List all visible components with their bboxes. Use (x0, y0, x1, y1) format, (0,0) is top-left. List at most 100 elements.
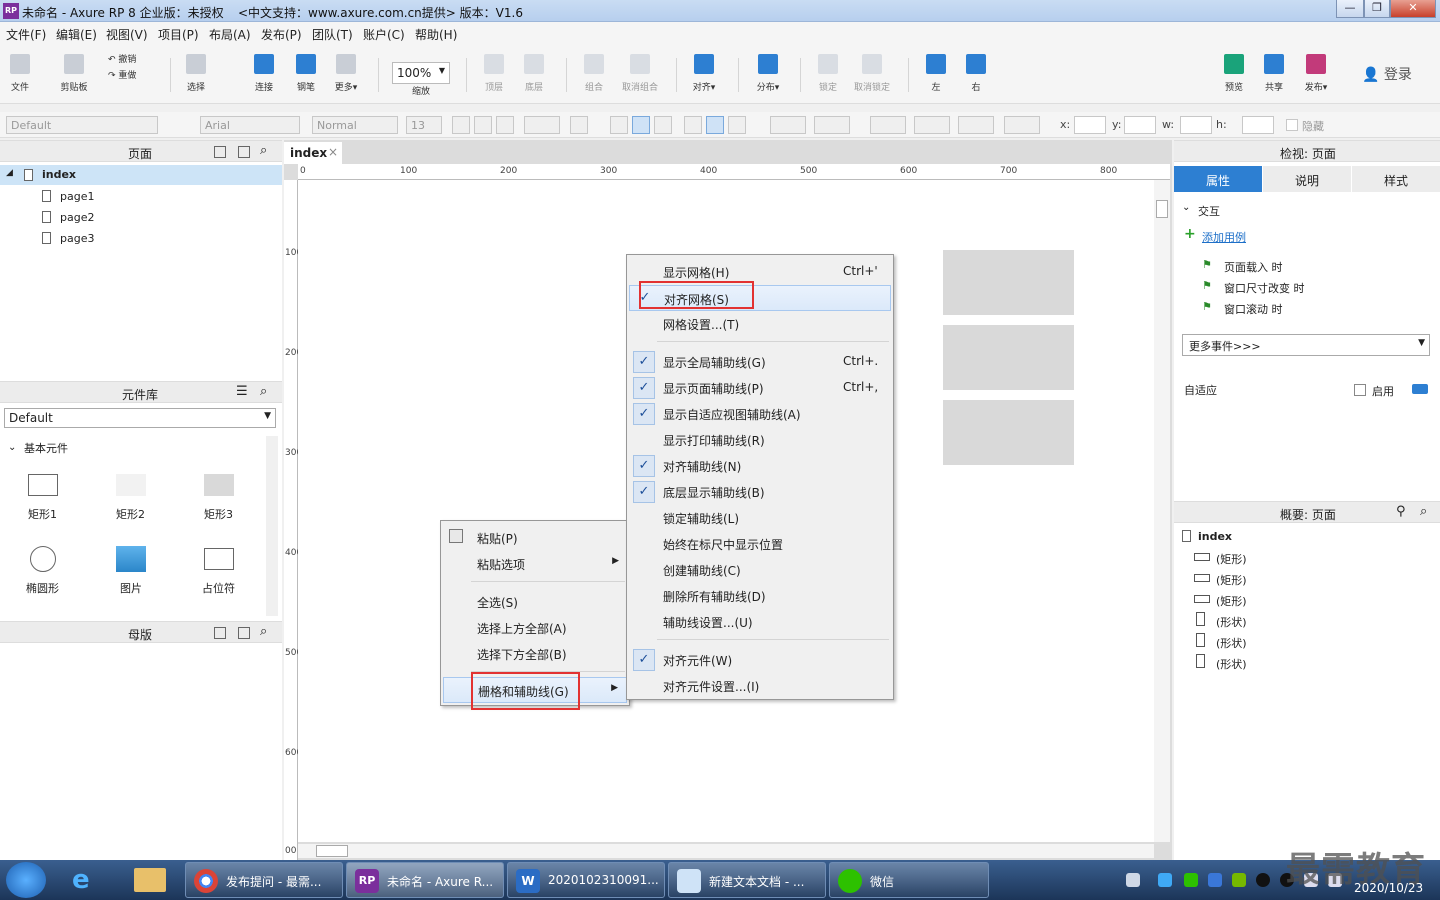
rectangle3-widget[interactable] (204, 474, 234, 496)
outline-root[interactable]: index (1198, 530, 1232, 543)
submenu-item[interactable]: 删除所有辅助线(D) (629, 583, 891, 609)
close-icon[interactable]: ✕ (1390, 0, 1436, 18)
rectangle-shape[interactable] (943, 325, 1074, 390)
nvidia-icon[interactable] (1232, 873, 1246, 887)
more-button[interactable]: 更多▾ (326, 48, 366, 93)
qq-icon[interactable] (1256, 873, 1270, 887)
menu-help[interactable]: 帮助(H) (415, 26, 457, 43)
page-row-page1[interactable]: page1 (0, 186, 282, 206)
outline-item[interactable]: (形状) (1216, 656, 1247, 672)
search-icon[interactable]: ⌕ (260, 384, 267, 399)
distribute-button[interactable]: 分布▾ (748, 48, 788, 93)
bullet-icon[interactable] (570, 116, 588, 134)
search-icon[interactable]: ⌕ (1420, 504, 1427, 519)
add-master-icon[interactable] (214, 627, 226, 639)
w-input[interactable] (1180, 116, 1212, 134)
search-icon[interactable]: ⌕ (260, 143, 267, 158)
image-icon[interactable] (116, 546, 146, 572)
lock-button[interactable]: 锁定 (810, 48, 846, 93)
menu-publish[interactable]: 发布(P) (261, 26, 302, 43)
rectangle-shape[interactable] (943, 400, 1074, 465)
scroll-thumb[interactable] (316, 845, 348, 857)
tray-app-icon[interactable] (1158, 873, 1172, 887)
weight-select[interactable]: Normal (312, 116, 398, 134)
font-select[interactable]: Arial (200, 116, 300, 134)
menu-item-paste[interactable]: 粘贴(P) (443, 525, 627, 551)
submenu-item[interactable]: 始终在标尺中显示位置 (629, 531, 891, 557)
x-input[interactable] (1074, 116, 1106, 134)
tab-notes[interactable]: 说明 (1263, 166, 1351, 192)
add-folder-icon[interactable] (238, 627, 250, 639)
ungroup-button[interactable]: 取消组合 (614, 48, 666, 93)
taskbar-axure[interactable]: RP 未命名 - Axure R... (346, 862, 504, 898)
fill-color-icon[interactable] (770, 116, 806, 134)
font-size-select[interactable]: 13 (406, 116, 442, 134)
page-row-page2[interactable]: page2 (0, 207, 282, 227)
menu-account[interactable]: 账户(C) (363, 26, 405, 43)
outline-item[interactable]: (形状) (1216, 635, 1247, 651)
library-select[interactable]: Default ▼ (4, 408, 276, 428)
zoom-select[interactable]: 100% ▼ (392, 62, 450, 84)
underline-icon[interactable] (496, 116, 514, 134)
login-button[interactable]: 👤 登录 (1362, 64, 1412, 84)
submenu-item[interactable]: ✓ 显示全局辅助线(G) Ctrl+. (629, 349, 891, 375)
event-item[interactable]: 窗口尺寸改变 时 (1224, 280, 1305, 296)
bold-icon[interactable] (452, 116, 470, 134)
add-icon[interactable]: + (1184, 226, 1196, 242)
menu-item-select-below[interactable]: 选择下方全部(B) (443, 641, 627, 667)
style-select[interactable]: Default (6, 116, 158, 134)
rectangle1-widget[interactable] (28, 474, 58, 496)
select-button[interactable]: 选择 (176, 48, 216, 93)
folder-icon[interactable] (134, 868, 166, 892)
align-left-icon[interactable] (610, 116, 628, 134)
publish-button[interactable]: 发布▾ (1298, 48, 1334, 93)
submenu-item[interactable]: 辅助线设置...(U) (629, 609, 891, 635)
menu-item-paste-options[interactable]: 粘贴选项 ▶ (443, 551, 627, 577)
scroll-thumb[interactable] (1156, 200, 1168, 218)
submenu-item[interactable]: ✓ 显示页面辅助线(P) Ctrl+, (629, 375, 891, 401)
style-edit-icon[interactable] (166, 116, 184, 134)
pen-button[interactable]: 钢笔 (286, 48, 326, 93)
submenu-item[interactable]: 网格设置...(T) (629, 311, 891, 337)
group-button[interactable]: 组合 (576, 48, 612, 93)
valign-top-icon[interactable] (684, 116, 702, 134)
submenu-item[interactable]: 显示打印辅助线(R) (629, 427, 891, 453)
maximize-icon[interactable]: ❐ (1364, 0, 1390, 18)
send-bottom-button[interactable]: 底层 (516, 48, 552, 93)
page-row-index[interactable]: ◢ index (0, 165, 282, 185)
right-button[interactable]: 右 (960, 48, 992, 93)
file-button[interactable]: 文件 (4, 48, 36, 93)
bring-top-button[interactable]: 顶层 (476, 48, 512, 93)
valign-bottom-icon[interactable] (728, 116, 746, 134)
menu-icon[interactable]: ☰ (236, 384, 248, 399)
collapse-icon[interactable]: ◢ (6, 168, 13, 178)
unlock-button[interactable]: 取消锁定 (850, 48, 894, 93)
submenu-item[interactable]: 对齐元件设置...(I) (629, 673, 891, 699)
taskbar-wechat[interactable]: 微信 (829, 862, 989, 898)
tab-properties[interactable]: 属性 (1174, 166, 1262, 192)
tab-style[interactable]: 样式 (1352, 166, 1440, 192)
align-right-icon[interactable] (654, 116, 672, 134)
submenu-item[interactable]: ✓ 底层显示辅助线(B) (629, 479, 891, 505)
valign-middle-icon[interactable] (706, 116, 724, 134)
align-center-icon[interactable] (632, 116, 650, 134)
outline-item[interactable]: (矩形) (1216, 551, 1247, 567)
submenu-item[interactable]: 创建辅助线(C) (629, 557, 891, 583)
minimize-icon[interactable]: — (1336, 0, 1364, 18)
shield-icon[interactable] (1208, 873, 1222, 887)
adaptive-settings-icon[interactable] (1412, 384, 1428, 394)
taskbar-chrome[interactable]: 发布提问 - 最需... (185, 862, 343, 898)
share-button[interactable]: 共享 (1258, 48, 1290, 93)
outline-item[interactable]: (矩形) (1216, 593, 1247, 609)
add-folder-icon[interactable] (238, 146, 250, 158)
chevron-down-icon[interactable]: ⌄ (8, 442, 16, 453)
preview-button[interactable]: 预览 (1218, 48, 1250, 93)
line-width-icon[interactable] (914, 116, 950, 134)
y-input[interactable] (1124, 116, 1156, 134)
rectangle-shape[interactable] (943, 250, 1074, 315)
menu-project[interactable]: 项目(P) (158, 26, 199, 43)
hide-checkbox[interactable] (1286, 119, 1298, 131)
submenu-item[interactable]: ✓ 显示自适应视图辅助线(A) (629, 401, 891, 427)
menu-layout[interactable]: 布局(A) (209, 26, 251, 43)
library-scrollbar[interactable] (266, 436, 278, 616)
